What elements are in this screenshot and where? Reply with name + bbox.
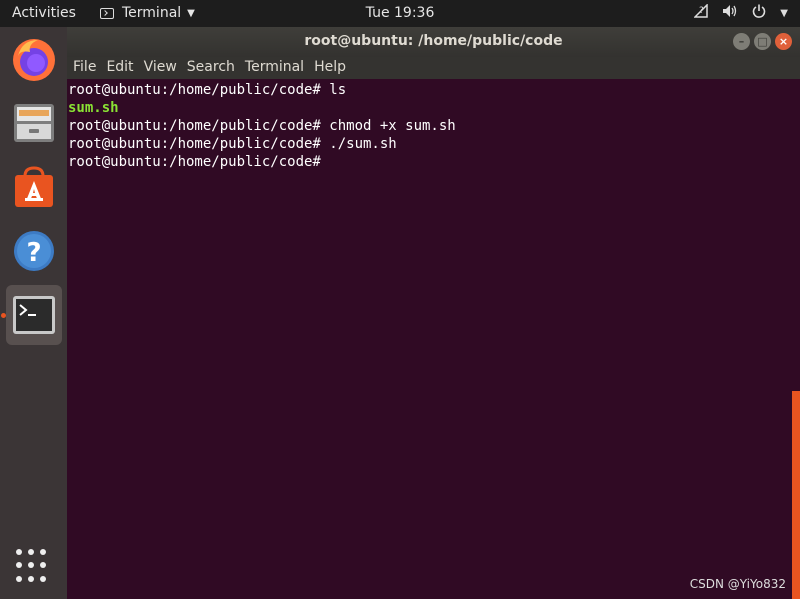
- activities-button[interactable]: Activities: [12, 5, 76, 21]
- power-icon[interactable]: [752, 4, 766, 22]
- help-icon[interactable]: ?: [6, 223, 62, 279]
- terminal-line: root@ubuntu:/home/public/code# chmod +x …: [68, 118, 456, 134]
- scrollbar[interactable]: [792, 79, 800, 599]
- menu-terminal[interactable]: Terminal: [245, 57, 304, 79]
- watermark: CSDN @YiYo832: [689, 577, 786, 591]
- menu-bar: File Edit View Search Terminal Help: [67, 57, 800, 79]
- terminal-small-icon: [100, 7, 114, 19]
- menu-help[interactable]: Help: [314, 57, 346, 79]
- terminal-line: root@ubuntu:/home/public/code#: [68, 154, 321, 170]
- window-titlebar[interactable]: root@ubuntu: /home/public/code – □ ×: [67, 27, 800, 57]
- close-button[interactable]: ×: [775, 33, 792, 50]
- terminal-output[interactable]: root@ubuntu:/home/public/code# ls sum.sh…: [67, 79, 800, 599]
- terminal-icon[interactable]: [6, 285, 62, 345]
- network-icon[interactable]: ?: [693, 3, 709, 22]
- menu-view[interactable]: View: [144, 57, 177, 79]
- volume-icon[interactable]: [722, 4, 738, 22]
- terminal-line: root@ubuntu:/home/public/code# ./sum.sh: [68, 136, 397, 152]
- dock: ?: [0, 27, 67, 599]
- software-icon[interactable]: [6, 159, 62, 215]
- clock[interactable]: Tue 19:36: [366, 5, 435, 21]
- terminal-line: sum.sh: [68, 100, 119, 116]
- menu-search[interactable]: Search: [187, 57, 235, 79]
- window-title: root@ubuntu: /home/public/code: [304, 33, 563, 49]
- files-icon[interactable]: [6, 95, 62, 151]
- show-applications-icon[interactable]: [16, 549, 50, 583]
- minimize-button[interactable]: –: [733, 33, 750, 50]
- app-menu-label: Terminal: [122, 5, 182, 21]
- svg-text:?: ?: [26, 238, 41, 268]
- maximize-button[interactable]: □: [754, 33, 771, 50]
- chevron-down-icon: ▼: [187, 7, 195, 19]
- menu-edit[interactable]: Edit: [106, 57, 133, 79]
- running-indicator: [1, 313, 6, 318]
- scrollbar-thumb[interactable]: [792, 391, 800, 599]
- terminal-line: root@ubuntu:/home/public/code# ls: [68, 82, 347, 98]
- terminal-window: root@ubuntu: /home/public/code – □ × Fil…: [67, 27, 800, 599]
- firefox-icon[interactable]: [6, 32, 62, 88]
- menu-file[interactable]: File: [73, 57, 96, 79]
- top-panel: Activities Terminal ▼ Tue 19:36 ? ▼: [0, 0, 800, 27]
- svg-text:?: ?: [699, 6, 704, 16]
- chevron-down-icon[interactable]: ▼: [780, 8, 788, 19]
- app-menu[interactable]: Terminal ▼: [100, 5, 195, 21]
